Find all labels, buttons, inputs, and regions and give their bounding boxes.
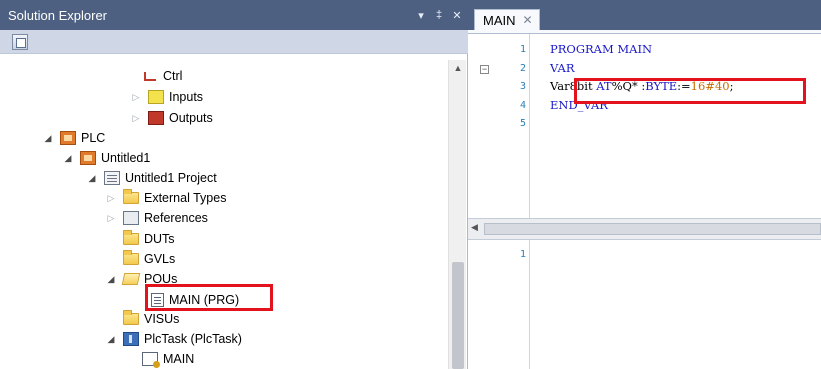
tree-item-label: External Types [144, 191, 227, 205]
tree-item-label: PlcTask (PlcTask) [144, 332, 242, 346]
code-line: VAR [550, 61, 575, 75]
references-icon [123, 211, 139, 225]
collapse-region-icon[interactable]: − [480, 65, 489, 74]
line-number: 1 [519, 44, 526, 55]
plc-icon [60, 131, 76, 145]
tree-item-label: MAIN [163, 352, 195, 366]
line-number: 1 [519, 249, 526, 260]
auto-hide-pin-icon[interactable]: ‡ [432, 9, 446, 21]
tree-item-plctask[interactable]: ◢ PlcTask (PlcTask) [105, 330, 242, 348]
tree-item-label: PLC [81, 131, 106, 145]
line-number: 5 [519, 118, 526, 129]
expand-arrow-icon[interactable]: ▷ [130, 113, 142, 124]
program-reference-icon [142, 352, 160, 368]
folder-icon [123, 310, 139, 325]
tree-item-label: GVLs [144, 252, 176, 266]
tree-item-duts[interactable]: DUTs [123, 230, 175, 248]
tab-close-icon[interactable]: ✕ [523, 13, 533, 27]
folder-open-icon [121, 273, 141, 285]
tree-item-untitled1[interactable]: ◢ Untitled1 [62, 149, 150, 167]
tree-item-label: References [144, 211, 208, 225]
tree-item-label: Untitled1 [101, 151, 151, 165]
tree-item-plc[interactable]: ◢ PLC [42, 129, 105, 147]
window-position-dropdown-icon[interactable]: ▾ [414, 9, 428, 22]
solution-explorer-toolbar [0, 30, 468, 54]
tree-item-outputs[interactable]: ▷ Outputs [130, 109, 213, 127]
task-icon [123, 332, 139, 346]
tree-item-label: Untitled1 Project [125, 171, 217, 185]
code-keyword: VAR [550, 60, 575, 75]
folder-icon [123, 230, 139, 245]
scroll-up-arrow-icon[interactable]: ▲ [449, 60, 467, 76]
collapse-arrow-icon[interactable]: ◢ [42, 133, 54, 144]
declaration-editor[interactable]: − 1 PROGRAM MAIN 2 VAR 3 Var8bit AT%Q* :BYTE:… [468, 34, 821, 218]
scrollbar-thumb[interactable] [452, 262, 464, 369]
tree-item-label: Inputs [169, 90, 204, 104]
tree-item-visus[interactable]: VISUs [123, 310, 179, 328]
solution-explorer-title-bar: Solution Explorer ▾ ‡ ✕ [0, 0, 468, 30]
gutter-separator [529, 240, 530, 369]
tab-label: MAIN [483, 12, 516, 28]
collapse-arrow-icon[interactable]: ◢ [105, 274, 117, 285]
tree-item-references[interactable]: ▷ References [105, 209, 208, 227]
highlight-box-declaration [574, 78, 806, 104]
scroll-left-arrow-icon[interactable]: ◀ [471, 222, 478, 233]
ctrl-icon [142, 69, 158, 83]
folder-icon [123, 250, 139, 265]
tree-item-inputs[interactable]: ▷ Inputs [130, 88, 203, 106]
properties-toolbar-icon[interactable] [12, 33, 28, 50]
tree-item-label: DUTs [144, 232, 175, 246]
editor-tab-strip: MAIN ✕ [468, 0, 821, 30]
tree-item-external-types[interactable]: ▷ External Types [105, 189, 226, 207]
gutter-separator [529, 34, 530, 218]
code-keyword: PROGRAM MAIN [550, 42, 653, 56]
tree-item-ctrl[interactable]: Ctrl [142, 67, 182, 85]
collapse-arrow-icon[interactable]: ◢ [86, 173, 98, 184]
expand-arrow-icon[interactable]: ▷ [105, 213, 117, 224]
solution-explorer-title: Solution Explorer [8, 7, 107, 23]
highlight-box-main-prg [145, 284, 273, 311]
tree-item-gvls[interactable]: GVLs [123, 250, 175, 268]
tree-item-untitled1-project[interactable]: ◢ Untitled1 Project [86, 169, 217, 187]
plc-project-icon [80, 151, 96, 165]
line-number: 2 [519, 62, 526, 74]
tree-item-main-task-call[interactable]: MAIN [142, 350, 194, 368]
code-line: PROGRAM MAIN [550, 42, 652, 56]
inputs-icon [148, 90, 164, 104]
collapse-arrow-icon[interactable]: ◢ [62, 153, 74, 164]
tree-item-label: Ctrl [163, 69, 183, 83]
close-icon[interactable]: ✕ [450, 9, 464, 22]
collapse-arrow-icon[interactable]: ◢ [105, 334, 117, 345]
project-icon [104, 171, 120, 185]
vertical-scrollbar[interactable]: ▲ [448, 60, 466, 369]
code-editor: MAIN ✕ − 1 PROGRAM MAIN 2 VAR 3 Var8bit AT%Q*… [468, 0, 821, 369]
tab-main[interactable]: MAIN ✕ [474, 9, 540, 30]
editor-splitter[interactable]: ◀ [468, 218, 821, 240]
solution-explorer-panel: Solution Explorer ▾ ‡ ✕ Ctrl ▷ Inputs ▷ … [0, 0, 468, 369]
horizontal-scrollbar[interactable] [484, 223, 821, 235]
folder-icon [123, 189, 139, 204]
solution-tree: Ctrl ▷ Inputs ▷ Outputs ◢ PLC ◢ Untitled… [10, 54, 448, 369]
tree-item-label: VISUs [144, 312, 180, 326]
tree-item-label: Outputs [169, 111, 213, 125]
line-number: 4 [519, 99, 526, 111]
expand-arrow-icon[interactable]: ▷ [105, 193, 117, 204]
outputs-icon [148, 111, 164, 125]
line-number: 3 [519, 81, 526, 92]
expand-arrow-icon[interactable]: ▷ [130, 92, 142, 103]
implementation-editor[interactable]: 1 [468, 240, 821, 369]
